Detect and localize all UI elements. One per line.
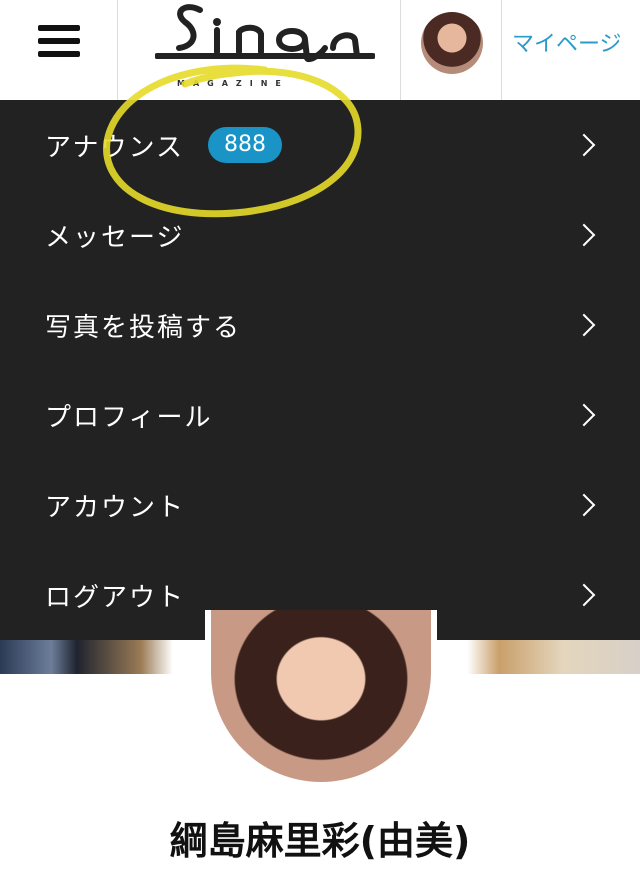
menu-icon-bar: [38, 38, 80, 44]
menu-item-label: プロフィール: [45, 402, 213, 433]
site-logo[interactable]: MAGAZINE: [119, 0, 401, 100]
chevron-right-icon: [572, 403, 596, 427]
logo-subtitle: MAGAZINE: [177, 79, 289, 88]
menu-item-label: メッセージ: [45, 222, 185, 253]
menu-item-account[interactable]: アカウント: [0, 460, 640, 550]
menu-item-post-photo[interactable]: 写真を投稿する: [0, 280, 640, 370]
notification-count-badge: 888: [207, 127, 282, 163]
chevron-right-icon: [572, 223, 596, 247]
profile-avatar: [211, 610, 431, 782]
nav-menu: アナウンス 888 メッセージ 写真を投稿する プロフィール アカウント ログア…: [0, 100, 640, 640]
menu-item-label: ログアウト: [45, 582, 186, 613]
menu-item-label: アナウンス: [45, 132, 184, 163]
profile-name: 綱島麻里彩(由美): [169, 819, 471, 863]
menu-item-profile[interactable]: プロフィール: [0, 370, 640, 460]
menu-item-messages[interactable]: メッセージ: [0, 190, 640, 280]
chevron-right-icon: [572, 583, 596, 607]
hamburger-menu-button[interactable]: [0, 0, 118, 100]
menu-item-announcements[interactable]: アナウンス 888: [0, 100, 640, 190]
avatar-button[interactable]: [402, 0, 502, 100]
chevron-right-icon: [572, 133, 596, 157]
menu-item-label: 写真を投稿する: [45, 312, 242, 343]
chevron-right-icon: [572, 313, 596, 337]
profile-avatar-frame: [205, 610, 437, 788]
menu-icon-bar: [38, 51, 80, 57]
menu-icon-bar: [38, 25, 80, 31]
mypage-link[interactable]: マイページ: [512, 26, 622, 58]
logo-mark: [155, 4, 375, 62]
chevron-right-icon: [572, 493, 596, 517]
app-header: MAGAZINE マイページ: [0, 0, 640, 100]
avatar: [421, 12, 483, 74]
menu-item-label: アカウント: [45, 492, 186, 523]
